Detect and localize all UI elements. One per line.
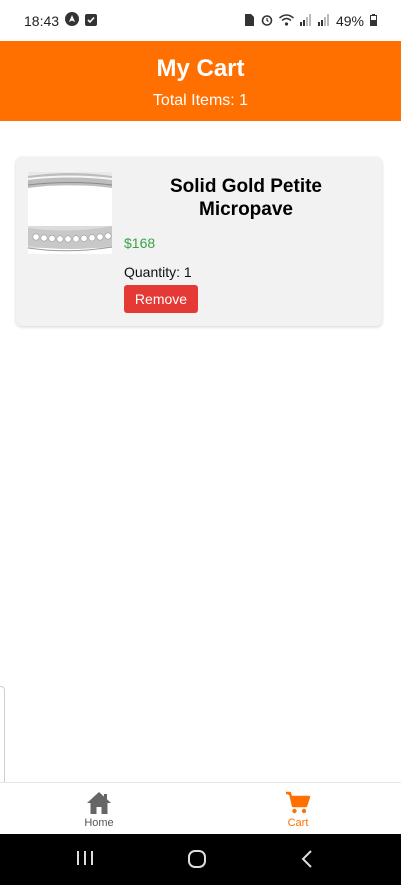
product-price: $168: [124, 235, 156, 251]
tab-cart-label: Cart: [287, 817, 309, 829]
page-title: My Cart: [156, 55, 245, 82]
product-quantity: Quantity: 1: [124, 264, 192, 280]
signal-icon: [299, 13, 312, 29]
sim-icon: [244, 13, 255, 29]
cart-item-card: Solid Gold Petite Micropave $168 Quantit…: [16, 157, 382, 326]
status-bar: 18:43 49%: [0, 0, 401, 41]
battery-icon: [370, 13, 377, 29]
remove-button[interactable]: Remove: [124, 285, 198, 313]
total-items-label: Total Items: 1: [152, 92, 249, 109]
product-name: Solid Gold Petite Micropave: [169, 176, 322, 220]
checkbox-icon: [85, 13, 98, 29]
home-circle-icon: [188, 850, 206, 868]
tab-home-label: Home: [84, 817, 114, 829]
tab-home[interactable]: Home: [59, 791, 139, 829]
wifi-icon: [278, 13, 294, 29]
back-icon: [301, 850, 312, 868]
tab-cart[interactable]: Cart: [258, 791, 338, 829]
status-right: 49%: [244, 13, 377, 29]
signal-icon: [317, 13, 330, 29]
status-time: 18:43: [24, 12, 60, 29]
navigation-icon: [65, 12, 80, 29]
recent-apps-icon: [77, 851, 93, 865]
home-icon: [87, 792, 111, 814]
back-button[interactable]: [300, 850, 314, 873]
battery-percent: 49%: [335, 12, 364, 29]
system-nav-bar: [0, 834, 401, 885]
cart-icon: [286, 791, 311, 814]
ring-thumbnail: [28, 172, 112, 254]
status-left: 18:43: [24, 12, 98, 29]
cart-header: My Cart Total Items: 1: [0, 41, 401, 121]
bottom-tab-bar: Home Cart: [0, 782, 401, 835]
recent-apps-button[interactable]: [76, 850, 94, 871]
home-button[interactable]: [187, 850, 207, 873]
ring-image: [28, 172, 112, 254]
alarm-icon: [261, 13, 273, 29]
